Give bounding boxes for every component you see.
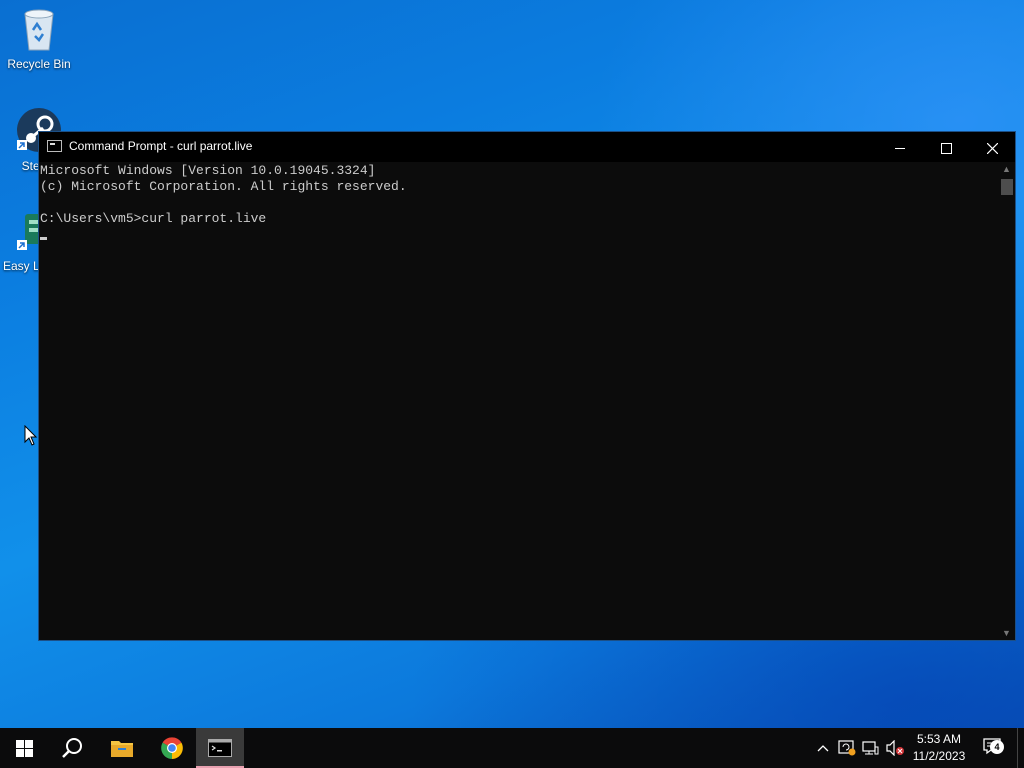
text-cursor [40,237,47,240]
show-desktop-button[interactable] [1017,728,1024,768]
console-output[interactable]: Microsoft Windows [Version 10.0.19045.33… [40,163,998,639]
taskbar-clock[interactable]: 5:53 AM 11/2/2023 [908,731,970,765]
chrome-button[interactable] [148,728,196,768]
scroll-up-icon[interactable]: ▲ [998,162,1015,176]
command-prompt-window[interactable]: Command Prompt - curl parrot.live Micros… [38,131,1016,641]
mouse-pointer-icon [24,425,38,446]
console-line: Microsoft Windows [Version 10.0.19045.33… [40,163,376,178]
minimize-icon [895,147,905,149]
update-warning-icon [838,740,856,756]
close-icon [986,142,998,155]
maximize-icon [940,142,952,154]
cmd-icon [208,739,232,757]
search-icon [62,738,82,758]
console-line: (c) Microsoft Corporation. All rights re… [40,179,407,194]
recycle-bin-label: Recycle Bin [7,57,71,71]
scroll-down-icon[interactable]: ▼ [998,626,1015,640]
vertical-scrollbar[interactable]: ▲ ▼ [998,162,1015,640]
folder-icon [111,741,133,757]
file-explorer-button[interactable] [98,728,146,768]
recycle-bin-icon [24,9,54,51]
scrollbar-thumb[interactable] [1001,179,1013,195]
cmd-title-icon [47,140,62,152]
chrome-icon [161,737,183,759]
chevron-up-icon [817,745,829,752]
close-button[interactable] [969,132,1015,162]
maximize-button[interactable] [923,132,969,162]
windows-update-tray[interactable] [836,728,858,768]
notification-count-badge: 4 [990,739,1004,754]
action-center-button[interactable]: 4 [980,728,1004,768]
minimize-button[interactable] [877,132,923,162]
volume-tray[interactable] [884,728,906,768]
clock-time: 5:53 AM [916,732,962,746]
window-title: Command Prompt - curl parrot.live [69,139,253,153]
console-line: C:\Users\vm5>curl parrot.live [40,211,267,226]
windows-logo-icon [15,739,33,757]
window-titlebar[interactable]: Command Prompt - curl parrot.live [39,132,1015,162]
clock-date: 11/2/2023 [912,749,966,763]
command-prompt-taskbar-button[interactable] [196,728,244,768]
volume-muted-icon [886,740,904,756]
show-hidden-icons-button[interactable] [814,728,832,768]
search-button[interactable] [48,728,96,768]
network-tray[interactable] [860,728,882,768]
network-icon [862,741,879,755]
desktop-icon-recycle-bin[interactable]: Recycle Bin [3,6,75,71]
taskbar: 5:53 AM 11/2/2023 4 [0,728,1024,768]
start-button[interactable] [0,728,48,768]
console-cursor-line [40,227,998,243]
